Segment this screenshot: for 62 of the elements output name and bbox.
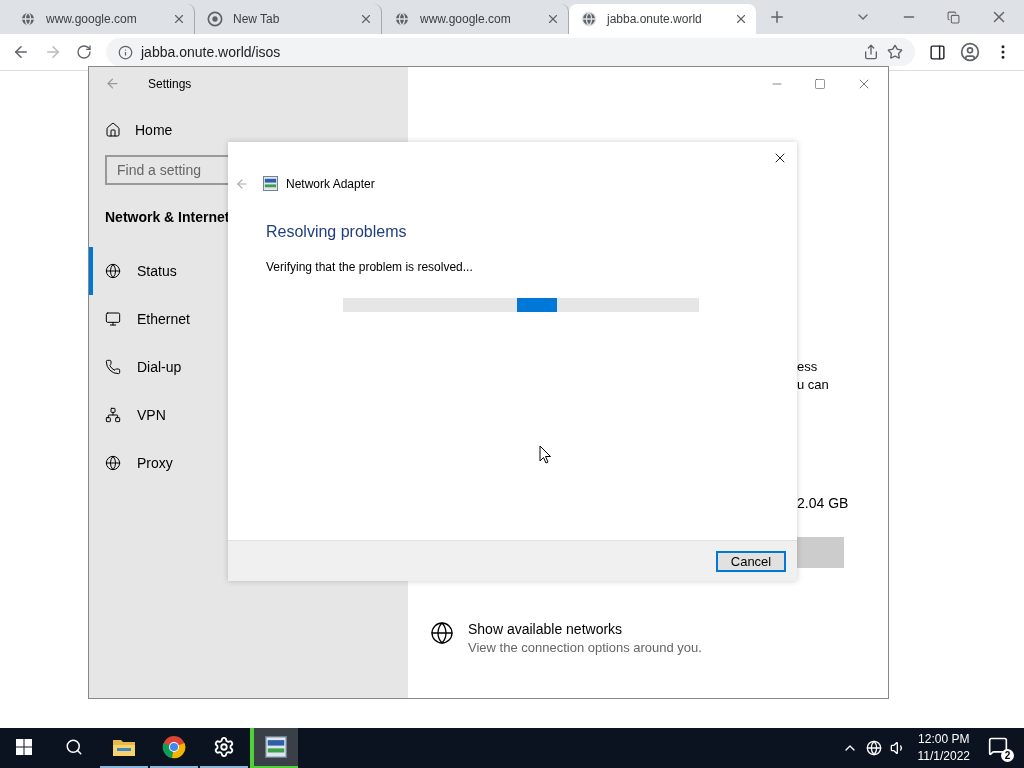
monitor-icon — [105, 311, 121, 327]
networks-link[interactable]: Show available networks View the connection options around you. — [430, 621, 888, 655]
restore-icon[interactable] — [947, 10, 960, 24]
settings-icon[interactable] — [213, 736, 235, 758]
globe-icon — [581, 11, 597, 27]
url-text: jabba.onute.world/isos — [141, 44, 282, 60]
notification-button[interactable]: 2 — [988, 734, 1014, 762]
star-icon[interactable] — [887, 44, 903, 60]
time-text: 12:00 PM — [918, 731, 970, 748]
side-panel-icon[interactable] — [929, 43, 946, 61]
reload-icon[interactable] — [76, 44, 92, 60]
nav-item[interactable]: Proxy — [89, 439, 408, 487]
adapter-icon — [263, 176, 278, 191]
close-icon[interactable] — [734, 12, 748, 26]
folder-icon[interactable] — [112, 737, 136, 757]
network-icon — [105, 407, 121, 423]
globe-icon — [20, 11, 36, 27]
profile-icon[interactable] — [960, 42, 980, 62]
share-icon[interactable] — [863, 44, 879, 60]
date-text: 11/1/2022 — [917, 748, 970, 765]
nav-item[interactable]: Dial-up — [89, 343, 408, 391]
cursor-icon — [539, 445, 552, 464]
nav-item[interactable]: Ethernet — [89, 295, 408, 343]
data-usage-text: 2.04 GB — [797, 494, 849, 512]
maximize-icon[interactable] — [814, 77, 826, 90]
globe-icon — [430, 621, 454, 645]
address-bar[interactable]: jabba.onute.world/isos — [106, 38, 915, 66]
windows-icon[interactable] — [16, 739, 32, 755]
notification-count: 2 — [1001, 749, 1014, 762]
cancel-button[interactable]: Cancel — [716, 550, 786, 572]
dialog-title: Network Adapter — [286, 176, 375, 191]
phone-icon — [105, 359, 121, 375]
globe-icon — [105, 263, 121, 279]
globe-icon — [105, 455, 121, 471]
globe-icon[interactable] — [865, 740, 882, 756]
nav-label: Status — [137, 263, 177, 279]
window-title: Settings — [148, 76, 192, 91]
nav-label: Ethernet — [137, 311, 190, 327]
chrome-icon[interactable] — [162, 735, 186, 759]
dialog-heading: Resolving problems — [266, 223, 408, 241]
nav-item[interactable]: VPN — [89, 391, 408, 439]
adapter-icon[interactable] — [265, 736, 287, 758]
clock[interactable]: 12:00 PM 11/1/2022 — [917, 731, 970, 765]
nav-label: VPN — [137, 407, 166, 423]
home-icon — [105, 122, 121, 138]
home-label: Home — [135, 122, 173, 138]
search-icon[interactable] — [65, 738, 83, 756]
back-icon[interactable] — [12, 43, 30, 61]
status-message: Verifying that the problem is resolved... — [266, 260, 474, 274]
nav-label: Proxy — [137, 455, 173, 471]
browser-tab[interactable]: jabba.onute.world — [569, 4, 756, 34]
globe-icon — [394, 11, 410, 27]
home-item[interactable]: Home — [89, 100, 408, 138]
description-text: u can — [797, 376, 829, 394]
chrome-icon — [207, 11, 223, 27]
nav-label: Dial-up — [137, 359, 182, 375]
description-text: ess — [797, 358, 818, 376]
new-tab-icon[interactable] — [768, 8, 786, 26]
link-description: View the connection options around you. — [468, 640, 702, 655]
taskbar-app[interactable] — [250, 728, 298, 768]
info-icon[interactable] — [118, 44, 133, 60]
link-title: Show available networks — [468, 621, 624, 637]
